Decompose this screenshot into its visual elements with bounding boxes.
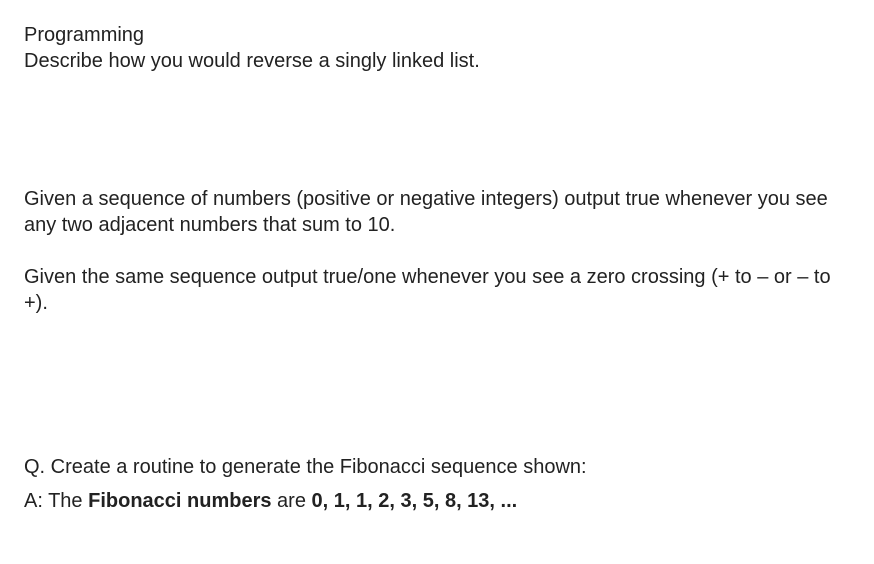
section-heading: Programming [24, 22, 850, 48]
answer-bold-term: Fibonacci numbers [88, 490, 271, 512]
answer-prefix: A: The [24, 490, 88, 512]
answer-mid: are [272, 490, 312, 512]
question-2: Given a sequence of numbers (positive or… [24, 186, 850, 238]
spacer [24, 480, 850, 488]
spacer [24, 74, 850, 186]
question-1: Describe how you would reverse a singly … [24, 48, 850, 74]
question-3: Given the same sequence output true/one … [24, 264, 850, 316]
answer-line: A: The Fibonacci numbers are 0, 1, 1, 2,… [24, 488, 850, 514]
spacer [24, 238, 850, 264]
spacer [24, 316, 850, 454]
document-page: Programming Describe how you would rever… [0, 0, 874, 536]
answer-bold-sequence: 0, 1, 1, 2, 3, 5, 8, 13, ... [312, 490, 518, 512]
question-4: Q. Create a routine to generate the Fibo… [24, 454, 850, 480]
